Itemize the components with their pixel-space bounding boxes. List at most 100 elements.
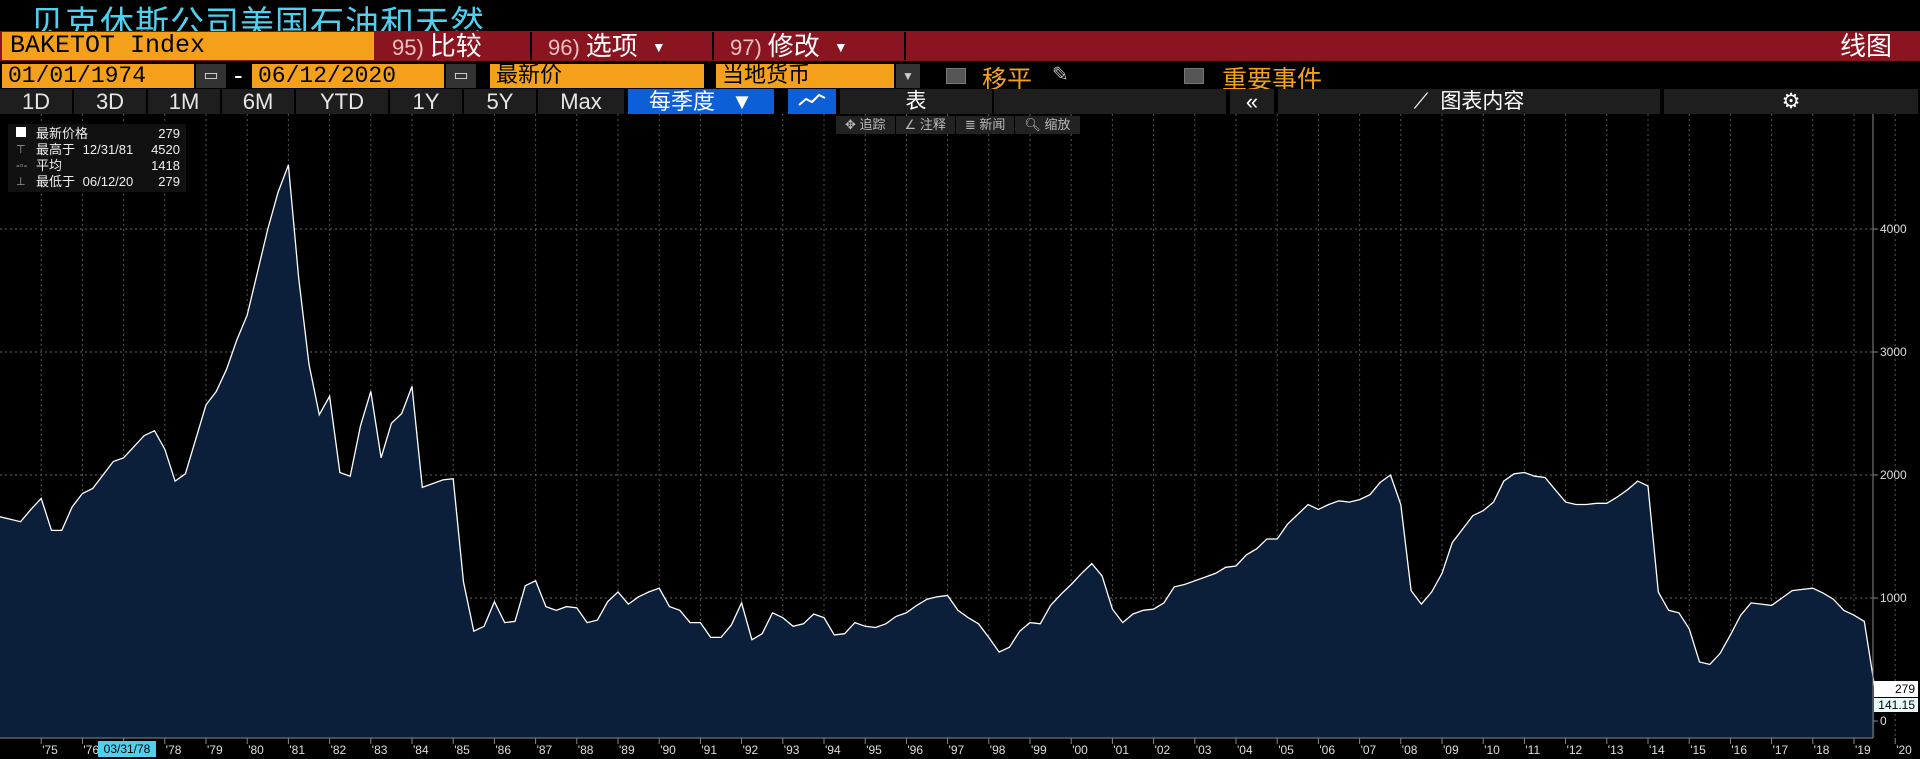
x-tick-label: '96 xyxy=(907,743,923,757)
modify-number: 97) xyxy=(730,35,762,60)
x-tick-label: '93 xyxy=(784,743,800,757)
last-value-tag: 279 xyxy=(1874,681,1918,697)
y-tick-label: 4000 xyxy=(1880,222,1907,236)
x-tick-label: '94 xyxy=(825,743,841,757)
line-chart-icon[interactable] xyxy=(788,89,838,114)
currency-select[interactable]: 当地货币 xyxy=(716,64,894,88)
annotate-tool-label: 注释 xyxy=(919,117,946,132)
x-tick-label: '04 xyxy=(1237,743,1253,757)
price-field-select[interactable]: 最新价 xyxy=(490,64,704,88)
events-checkbox[interactable] xyxy=(1184,68,1204,84)
legend-swatch-icon xyxy=(16,126,26,142)
x-tick-label: '76 xyxy=(83,743,99,757)
currency-dropdown-icon[interactable]: ▼ xyxy=(896,64,920,88)
legend-last-value: 279 xyxy=(158,126,180,141)
legend-row-low: ⊥ 最低于 06/12/20 279 xyxy=(8,174,186,190)
x-tick-label: '87 xyxy=(537,743,553,757)
end-date-field[interactable]: 06/12/2020 xyxy=(252,64,444,88)
chart-area[interactable]: '75'76'77'78'79'80'81'82'83'84'85'86'87'… xyxy=(0,114,1920,759)
legend-last-label: 最新价格 xyxy=(36,126,89,141)
x-tick-label: '12 xyxy=(1567,743,1583,757)
modify-button[interactable]: 97) 修改 ▼ xyxy=(716,32,906,60)
timeframe-6m[interactable]: 6M xyxy=(222,89,296,114)
x-tick-label: '13 xyxy=(1608,743,1624,757)
legend-avg-value: 1418 xyxy=(151,158,180,173)
period-select[interactable]: 每季度 ▼ xyxy=(628,89,776,114)
legend-row-high: ⊤ 最高于 12/31/81 4520 xyxy=(8,142,186,158)
x-tick-label: '05 xyxy=(1278,743,1294,757)
x-tick-label: '75 xyxy=(42,743,58,757)
cursor-date-tag: 03/31/78 xyxy=(98,741,156,757)
end-calendar-icon[interactable]: ▭ xyxy=(446,64,476,88)
compare-button[interactable]: 95) 比较 xyxy=(378,32,532,60)
settings-gear-icon[interactable]: ⚙ xyxy=(1664,89,1920,114)
date-separator: - xyxy=(234,60,243,90)
x-tick-label: '88 xyxy=(578,743,594,757)
secondary-value-tag: 141.15 xyxy=(1874,698,1918,712)
timeframe-ytd[interactable]: YTD xyxy=(296,89,390,114)
annotation-toolbar: ✥ 追踪 ∠ 注释 ≣ 新闻 🔍︎ 缩放 xyxy=(836,116,1081,134)
y-tick-label: 0 xyxy=(1880,714,1887,728)
x-tick-label: '83 xyxy=(372,743,388,757)
x-tick-label: '91 xyxy=(701,743,717,757)
y-tick-label: 1000 xyxy=(1880,591,1907,605)
x-tick-label: '78 xyxy=(166,743,182,757)
modify-label: 修改 xyxy=(767,31,820,61)
options-label: 选项 xyxy=(585,31,638,61)
chart-content-button[interactable]: ⟋ 图表内容 xyxy=(1278,89,1662,114)
pencil-icon[interactable]: ✎ xyxy=(1052,62,1069,87)
news-tool[interactable]: ≣ 新闻 xyxy=(955,116,1016,134)
x-tick-label: '95 xyxy=(866,743,882,757)
x-tick-label: '07 xyxy=(1361,743,1377,757)
start-date-field[interactable]: 01/01/1974 xyxy=(2,64,194,88)
moving-average-checkbox[interactable] xyxy=(946,68,966,84)
x-tick-label: '08 xyxy=(1402,743,1418,757)
chart-content-label: 图表内容 xyxy=(1440,90,1525,113)
x-tick-label: '92 xyxy=(743,743,759,757)
x-tick-label: '11 xyxy=(1525,743,1540,757)
x-tick-label: '15 xyxy=(1690,743,1706,757)
x-tick-label: '03 xyxy=(1196,743,1212,757)
start-calendar-icon[interactable]: ▭ xyxy=(196,64,226,88)
legend-row-avg: -◦- 平均 1418 xyxy=(8,158,186,174)
x-tick-label: '80 xyxy=(248,743,264,757)
legend-low-value: 279 xyxy=(158,174,180,189)
x-axis: '75'76'77'78'79'80'81'82'83'84'85'86'87'… xyxy=(40,738,1912,757)
track-tool[interactable]: ✥ 追踪 xyxy=(836,116,896,134)
x-tick-label: '90 xyxy=(660,743,676,757)
compare-label: 比较 xyxy=(429,31,482,61)
timeframe-1y[interactable]: 1Y xyxy=(390,89,464,114)
chart-type-label[interactable]: 线图 xyxy=(1840,31,1892,61)
options-caret-icon: ▼ xyxy=(651,39,666,55)
table-button[interactable]: 表 xyxy=(840,89,994,114)
x-tick-label: '89 xyxy=(619,743,635,757)
collapse-icon[interactable]: « xyxy=(1230,89,1276,114)
timeframe-1d[interactable]: 1D xyxy=(0,89,74,114)
x-tick-label: '85 xyxy=(454,743,470,757)
timeframe-3d[interactable]: 3D xyxy=(74,89,148,114)
x-tick-label: '01 xyxy=(1113,743,1129,757)
x-tick-label: '97 xyxy=(949,743,965,757)
options-number: 96) xyxy=(548,35,580,60)
ticker-field[interactable]: BAKETOT Index xyxy=(2,32,374,60)
modify-caret-icon: ▼ xyxy=(833,39,848,55)
x-tick-label: '99 xyxy=(1031,743,1047,757)
x-tick-label: '86 xyxy=(495,743,511,757)
annotate-tool[interactable]: ∠ 注释 xyxy=(895,116,956,134)
average-marker-icon: -◦- xyxy=(16,160,28,172)
legend-avg-label: 平均 xyxy=(36,158,63,173)
x-tick-label: '98 xyxy=(990,743,1006,757)
timeframe-max[interactable]: Max xyxy=(538,89,626,114)
x-tick-label: '81 xyxy=(289,743,305,757)
y-tick-label: 2000 xyxy=(1880,468,1907,482)
period-caret-icon: ▼ xyxy=(731,89,753,114)
zoom-tool[interactable]: 🔍︎ 缩放 xyxy=(1015,116,1081,134)
x-tick-label: '17 xyxy=(1773,743,1789,757)
x-tick-label: '16 xyxy=(1731,743,1747,757)
x-tick-label: '14 xyxy=(1649,743,1665,757)
series-area xyxy=(0,165,1875,738)
legend-low-label: 最低于 xyxy=(36,174,76,189)
options-button[interactable]: 96) 选项 ▼ xyxy=(534,32,714,60)
timeframe-1m[interactable]: 1M xyxy=(148,89,222,114)
timeframe-5y[interactable]: 5Y xyxy=(464,89,538,114)
